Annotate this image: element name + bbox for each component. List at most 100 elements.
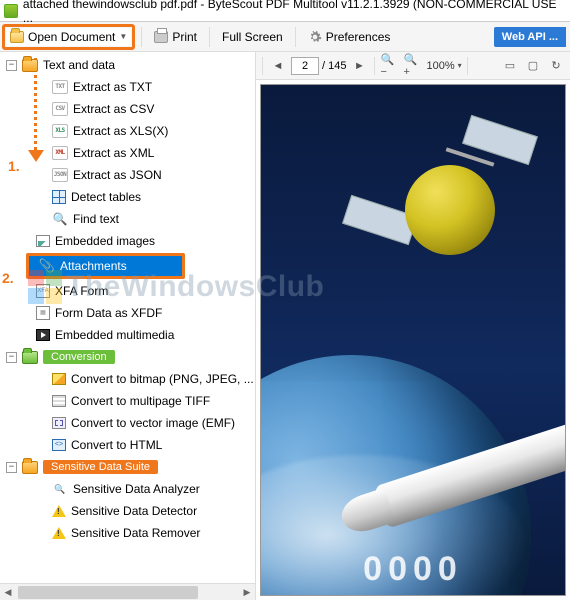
folder-icon (22, 59, 38, 72)
tree-item-embedded-images[interactable]: Embedded images (4, 230, 255, 252)
scroll-right-icon[interactable]: ▶ (239, 587, 255, 598)
tree-label: Extract as JSON (73, 168, 162, 182)
tree-label: Embedded images (55, 234, 155, 248)
tree-item-extract-json[interactable]: JSON Extract as JSON (4, 164, 255, 186)
app-icon (4, 4, 18, 18)
tree-item-sensitive-analyzer[interactable]: 🔍 Sensitive Data Analyzer (4, 478, 255, 500)
tree-label: Convert to vector image (EMF) (71, 416, 235, 430)
dropdown-arrow-icon: ▼ (119, 32, 127, 41)
tree-label: Sensitive Data Analyzer (73, 482, 200, 496)
toolbar-separator (295, 27, 296, 47)
warning-icon (52, 505, 66, 517)
preview-year-text: 0000 (261, 550, 565, 589)
tree-item-sensitive-detector[interactable]: Sensitive Data Detector (4, 500, 255, 522)
rotate-button[interactable]: ↻ (546, 56, 566, 76)
tree-item-detect-tables[interactable]: Detect tables (4, 186, 255, 208)
table-icon (52, 190, 66, 204)
collapse-icon[interactable]: − (6, 60, 17, 71)
zoom-out-button[interactable]: 🔍− (380, 56, 400, 76)
scroll-thumb[interactable] (18, 586, 198, 599)
window-title: attached thewindowsclub pdf.pdf - ByteSc… (23, 0, 566, 25)
annotation-highlight-attachments: 📎 Attachments (26, 253, 185, 279)
open-document-label: Open Document (28, 30, 115, 44)
tree-item-embedded-multimedia[interactable]: Embedded multimedia (4, 324, 255, 346)
print-label: Print (172, 30, 197, 44)
web-api-label: Web API ... (502, 31, 558, 43)
open-document-button[interactable]: Open Document ▼ (6, 28, 131, 46)
toolbar-separator (141, 27, 142, 47)
document-preview[interactable]: 0000 (260, 84, 566, 596)
tree-label: Embedded multimedia (55, 328, 174, 342)
tiff-icon (52, 395, 66, 407)
csv-icon: CSV (52, 102, 68, 116)
zoom-level-label: 100% (426, 60, 454, 72)
preview-toolbar: ◄ / 145 ► 🔍− 🔍+ 100% ▾ ▭ ▢ ↻ (256, 52, 570, 80)
horizontal-scrollbar[interactable]: ◀ ▶ (0, 583, 255, 600)
preview-art-satellite (345, 115, 545, 295)
toolbar-separator (209, 27, 210, 47)
tree-item-extract-txt[interactable]: TXT Extract as TXT (4, 76, 255, 98)
tree-item-convert-vector[interactable]: Convert to vector image (EMF) (4, 412, 255, 434)
sidebar-tree-pane: 1. − Text and data TXT Extract as TXT CS… (0, 52, 256, 600)
tree-label: Convert to bitmap (PNG, JPEG, ... (71, 372, 254, 386)
html-icon: <> (52, 439, 66, 451)
tree-label: Attachments (60, 259, 127, 273)
preview-pane: ◄ / 145 ► 🔍− 🔍+ 100% ▾ ▭ ▢ ↻ (256, 52, 570, 600)
tree-category-conversion[interactable]: − Conversion (4, 346, 255, 368)
xls-icon: XLS (52, 124, 68, 138)
tree-label: Detect tables (71, 190, 141, 204)
tree-label: Sensitive Data Suite (43, 460, 158, 474)
binoculars-icon: 🔍 (52, 211, 68, 227)
tree-item-xfa-form[interactable]: XFA XFA Form (4, 280, 255, 302)
zoom-dropdown-icon[interactable]: ▾ (458, 61, 462, 70)
tree-item-convert-html[interactable]: <> Convert to HTML (4, 434, 255, 456)
full-screen-button[interactable]: Full Screen (216, 27, 289, 47)
tree-item-extract-xml[interactable]: XML Extract as XML (4, 142, 255, 164)
gear-icon (308, 30, 322, 44)
printer-icon (154, 31, 168, 43)
prev-page-button[interactable]: ◄ (268, 56, 288, 76)
bitmap-icon (52, 373, 66, 385)
vector-icon (52, 417, 66, 429)
form-icon: ▦ (36, 306, 50, 320)
tree-category-text-and-data[interactable]: − Text and data (4, 54, 255, 76)
web-api-button[interactable]: Web API ... (494, 27, 566, 47)
window-titlebar: attached thewindowsclub pdf.pdf - ByteSc… (0, 0, 570, 22)
tree-label: Text and data (43, 58, 115, 72)
form-icon: XFA (36, 284, 50, 298)
fit-page-button[interactable]: ▢ (523, 56, 543, 76)
page-total-label: / 145 (322, 60, 346, 72)
fit-width-button[interactable]: ▭ (500, 56, 520, 76)
tree-item-sensitive-remover[interactable]: Sensitive Data Remover (4, 522, 255, 544)
tree-item-extract-xls[interactable]: XLS Extract as XLS(X) (4, 120, 255, 142)
collapse-icon[interactable]: − (6, 352, 17, 363)
tree-item-attachments[interactable]: 📎 Attachments (29, 256, 182, 276)
annotation-highlight-open: Open Document ▼ (2, 24, 135, 50)
tree-label: Extract as CSV (73, 102, 154, 116)
txt-icon: TXT (52, 80, 68, 94)
scroll-left-icon[interactable]: ◀ (0, 587, 16, 598)
tree-item-convert-tiff[interactable]: Convert to multipage TIFF (4, 390, 255, 412)
tree-label: Sensitive Data Detector (71, 504, 197, 518)
tree-item-form-data-xfdf[interactable]: ▦ Form Data as XFDF (4, 302, 255, 324)
folder-icon (10, 31, 24, 43)
next-page-button[interactable]: ► (349, 56, 369, 76)
tree-item-extract-csv[interactable]: CSV Extract as CSV (4, 98, 255, 120)
preferences-button[interactable]: Preferences (302, 27, 397, 47)
tree-label: Sensitive Data Remover (71, 526, 200, 540)
page-number-input[interactable] (291, 57, 319, 75)
print-button[interactable]: Print (148, 27, 203, 47)
tree-label: XFA Form (55, 284, 108, 298)
tree-item-convert-bitmap[interactable]: Convert to bitmap (PNG, JPEG, ... (4, 368, 255, 390)
folder-icon (22, 461, 38, 474)
zoom-in-button[interactable]: 🔍+ (403, 56, 423, 76)
tree-label: Convert to HTML (71, 438, 162, 452)
collapse-icon[interactable]: − (6, 462, 17, 473)
paperclip-icon: 📎 (39, 258, 55, 274)
media-icon (36, 329, 50, 341)
tree-label: Extract as XLS(X) (73, 124, 168, 138)
json-icon: JSON (52, 168, 68, 182)
tree-item-find-text[interactable]: 🔍 Find text (4, 208, 255, 230)
tree-category-sensitive[interactable]: − Sensitive Data Suite (4, 456, 255, 478)
magnifier-icon: 🔍 (52, 481, 68, 497)
